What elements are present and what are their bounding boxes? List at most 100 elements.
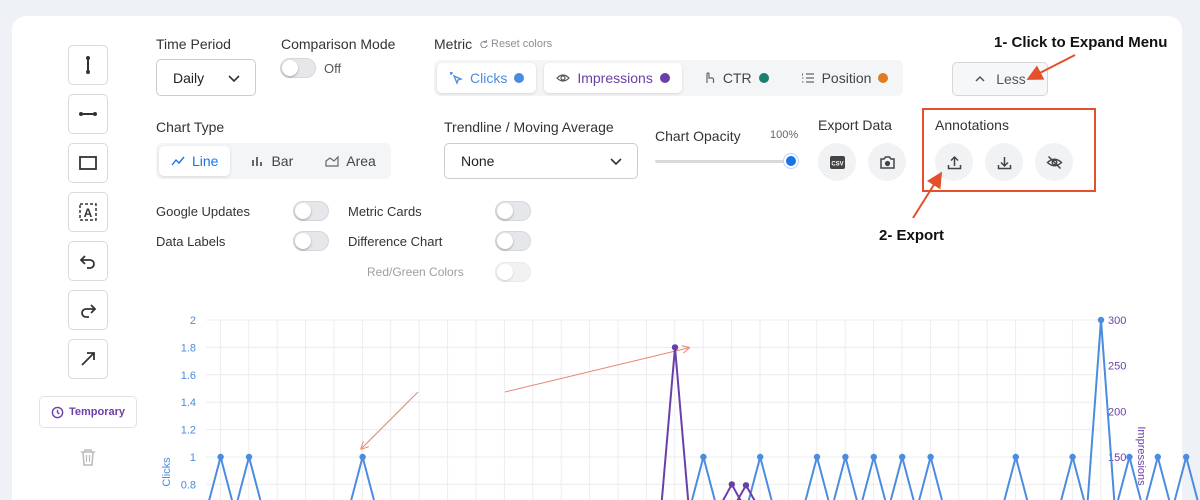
data-point-clicks bbox=[245, 453, 253, 461]
export-screenshot-button[interactable] bbox=[868, 143, 906, 181]
data-point-clicks bbox=[217, 453, 224, 461]
ctr-color-dot bbox=[758, 73, 769, 83]
red-green-colors-toggle[interactable] bbox=[495, 262, 531, 282]
less-label: Less bbox=[996, 71, 1026, 87]
chart-type-bar[interactable]: Bar bbox=[238, 146, 305, 176]
position-color-dot bbox=[878, 73, 889, 83]
annotation-arrow-1 bbox=[362, 391, 419, 448]
data-point-clicks bbox=[757, 453, 764, 461]
y-tick-label-left: 1.4 bbox=[181, 397, 196, 409]
comparison-mode-label: Comparison Mode bbox=[281, 36, 396, 52]
rectangle-tool[interactable] bbox=[68, 143, 108, 183]
area-chart-icon bbox=[325, 155, 339, 167]
metric-position[interactable]: Position bbox=[789, 63, 901, 93]
export-data-label: Export Data bbox=[818, 117, 892, 133]
data-labels-toggle[interactable] bbox=[293, 231, 329, 251]
data-labels-label: Data Labels bbox=[156, 234, 226, 249]
data-point-clicks bbox=[842, 453, 849, 461]
reset-colors-link[interactable]: Reset colors bbox=[480, 38, 552, 50]
red-green-colors-label: Red/Green Colors bbox=[367, 265, 464, 279]
opacity-slider-track[interactable] bbox=[655, 160, 792, 163]
data-point-clicks bbox=[1097, 316, 1105, 324]
y-tick-label-left: 1 bbox=[190, 452, 196, 464]
data-point-impressions bbox=[671, 344, 679, 351]
svg-text:CSV: CSV bbox=[831, 161, 843, 167]
line-chart-icon bbox=[171, 156, 185, 166]
trendline-value: None bbox=[461, 153, 495, 169]
chevron-down-icon bbox=[228, 74, 240, 82]
data-point-clicks bbox=[1012, 453, 1019, 461]
text-tool[interactable]: A bbox=[68, 192, 108, 232]
impressions-color-dot bbox=[659, 73, 670, 83]
data-point-clicks bbox=[813, 453, 821, 461]
comparison-mode-state: Off bbox=[324, 61, 342, 76]
vertical-line-icon bbox=[86, 56, 90, 74]
metric-selector: Clicks Impressions CTR Position bbox=[434, 60, 904, 96]
annotations-highlight-box bbox=[922, 108, 1096, 192]
clicks-color-dot bbox=[514, 73, 525, 83]
google-updates-label: Google Updates bbox=[156, 204, 250, 219]
chevron-up-icon bbox=[975, 75, 985, 82]
metric-impressions-label: Impressions bbox=[577, 70, 653, 86]
data-point-impressions bbox=[742, 482, 750, 489]
metric-cards-toggle[interactable] bbox=[495, 201, 531, 221]
comparison-mode-toggle[interactable] bbox=[280, 58, 316, 78]
chart-type-line-label: Line bbox=[192, 153, 219, 169]
y-tick-label-left: 0.8 bbox=[181, 479, 196, 491]
chart-opacity-value: 100% bbox=[770, 129, 799, 141]
rectangle-icon bbox=[79, 156, 97, 170]
data-point-impressions bbox=[728, 481, 735, 488]
difference-chart-toggle[interactable] bbox=[495, 231, 531, 251]
chart-type-line[interactable]: Line bbox=[159, 146, 231, 176]
horizontal-line-tool[interactable] bbox=[68, 94, 108, 134]
google-updates-toggle[interactable] bbox=[293, 201, 329, 221]
data-point-clicks bbox=[899, 453, 906, 461]
opacity-slider-thumb[interactable] bbox=[784, 154, 798, 168]
horizontal-line-icon bbox=[79, 112, 97, 116]
y-axis-label-clicks: Clicks bbox=[161, 457, 173, 487]
data-point-clicks bbox=[1183, 453, 1190, 461]
data-point-clicks bbox=[1126, 453, 1133, 461]
metric-position-label: Position bbox=[821, 70, 872, 86]
y-tick-label-left: 2 bbox=[190, 315, 196, 327]
data-point-clicks bbox=[1154, 453, 1162, 461]
undo-tool[interactable] bbox=[68, 241, 108, 281]
y-tick-label-left: 1.2 bbox=[181, 425, 196, 437]
export-csv-button[interactable]: CSV bbox=[818, 143, 856, 181]
metrics-chart: 21.81.61.41.210.8 300250200150 Clicks Im… bbox=[161, 315, 1199, 500]
chart-type-area[interactable]: Area bbox=[313, 146, 388, 176]
metric-ctr[interactable]: CTR bbox=[690, 63, 781, 93]
metric-impressions[interactable]: Impressions bbox=[544, 63, 682, 93]
list-icon bbox=[801, 73, 814, 83]
vertical-line-tool[interactable] bbox=[68, 45, 108, 85]
metric-clicks[interactable]: Clicks bbox=[437, 63, 537, 93]
difference-chart-label: Difference Chart bbox=[348, 234, 443, 249]
less-button[interactable]: Less bbox=[952, 62, 1048, 96]
pointer-icon bbox=[706, 72, 714, 83]
csv-icon: CSV bbox=[829, 155, 845, 169]
data-point-clicks bbox=[870, 453, 877, 461]
chart-type-label: Chart Type bbox=[156, 119, 225, 135]
y-tick-label-right: 250 bbox=[1108, 361, 1126, 373]
cursor-click-icon bbox=[449, 71, 463, 85]
trendline-label: Trendline / Moving Average bbox=[444, 119, 614, 135]
metric-label: Metric bbox=[434, 36, 473, 52]
metric-cards-label: Metric Cards bbox=[348, 204, 422, 219]
metric-clicks-label: Clicks bbox=[470, 70, 508, 86]
bar-chart-icon bbox=[252, 157, 263, 166]
text-box-icon: A bbox=[79, 203, 97, 221]
undo-icon bbox=[79, 255, 95, 269]
series-line-clicks bbox=[1173, 453, 1199, 500]
svg-text:A: A bbox=[84, 206, 93, 220]
camera-icon bbox=[879, 155, 895, 169]
time-period-value: Daily bbox=[173, 69, 205, 86]
export-callout: 2- Export bbox=[879, 227, 945, 244]
eye-icon bbox=[556, 74, 571, 82]
trendline-select[interactable]: None bbox=[444, 143, 638, 179]
chart-type-bar-label: Bar bbox=[271, 153, 294, 169]
time-period-select[interactable]: Daily bbox=[156, 59, 256, 96]
expand-menu-callout: 1- Click to Expand Menu bbox=[994, 34, 1168, 51]
y-tick-label-left: 1.8 bbox=[181, 342, 196, 354]
y-axis-label-impressions: Impressions bbox=[1135, 426, 1147, 486]
chart-type-selector: Line Bar Area bbox=[156, 143, 391, 179]
